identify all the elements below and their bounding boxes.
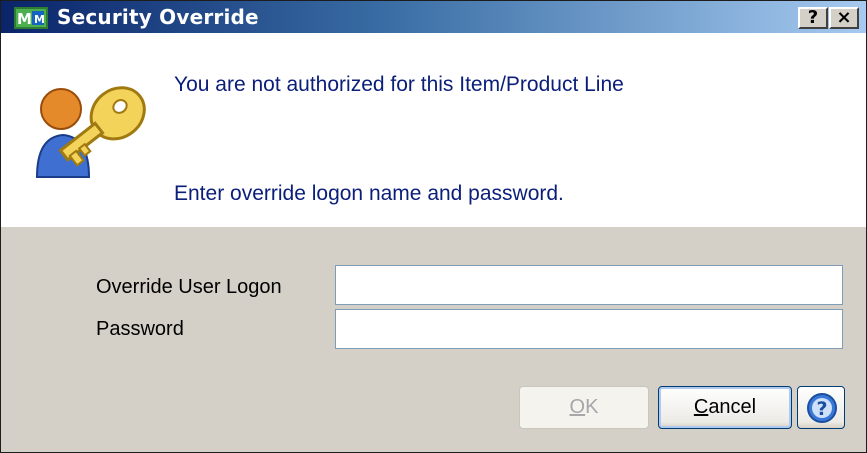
override-user-logon-input[interactable] <box>335 265 843 305</box>
ok-button[interactable]: OK <box>519 386 649 429</box>
security-override-dialog: M M Security Override ? × You are not au… <box>0 0 867 453</box>
help-glyph: ? <box>816 398 827 420</box>
app-icon: M M <box>14 7 48 29</box>
password-input[interactable] <box>335 309 843 349</box>
svg-text:M: M <box>17 10 32 28</box>
message-panel: You are not authorized for this Item/Pro… <box>1 33 866 227</box>
ok-mnemonic: O <box>569 396 586 418</box>
help-button[interactable]: ? <box>797 386 845 429</box>
password-label: Password <box>96 318 184 340</box>
cancel-mnemonic: C <box>693 396 709 418</box>
ok-label-rest: K <box>585 396 599 418</box>
cancel-label-rest: ancel <box>708 396 757 418</box>
override-instruction: Enter override logon name and password. <box>174 182 564 205</box>
title-bar[interactable]: M M Security Override ? × <box>1 1 866 33</box>
title-help-button[interactable]: ? <box>798 7 828 29</box>
window-title: Security Override <box>57 5 259 29</box>
svg-text:M: M <box>34 13 45 26</box>
title-close-button[interactable]: × <box>829 7 859 29</box>
help-circle-icon: ? <box>807 393 837 423</box>
not-authorized-message: You are not authorized for this Item/Pro… <box>174 73 624 96</box>
user-key-icon <box>35 86 146 178</box>
cancel-button[interactable]: Cancel <box>658 386 792 429</box>
override-user-logon-label: Override User Logon <box>96 276 282 298</box>
